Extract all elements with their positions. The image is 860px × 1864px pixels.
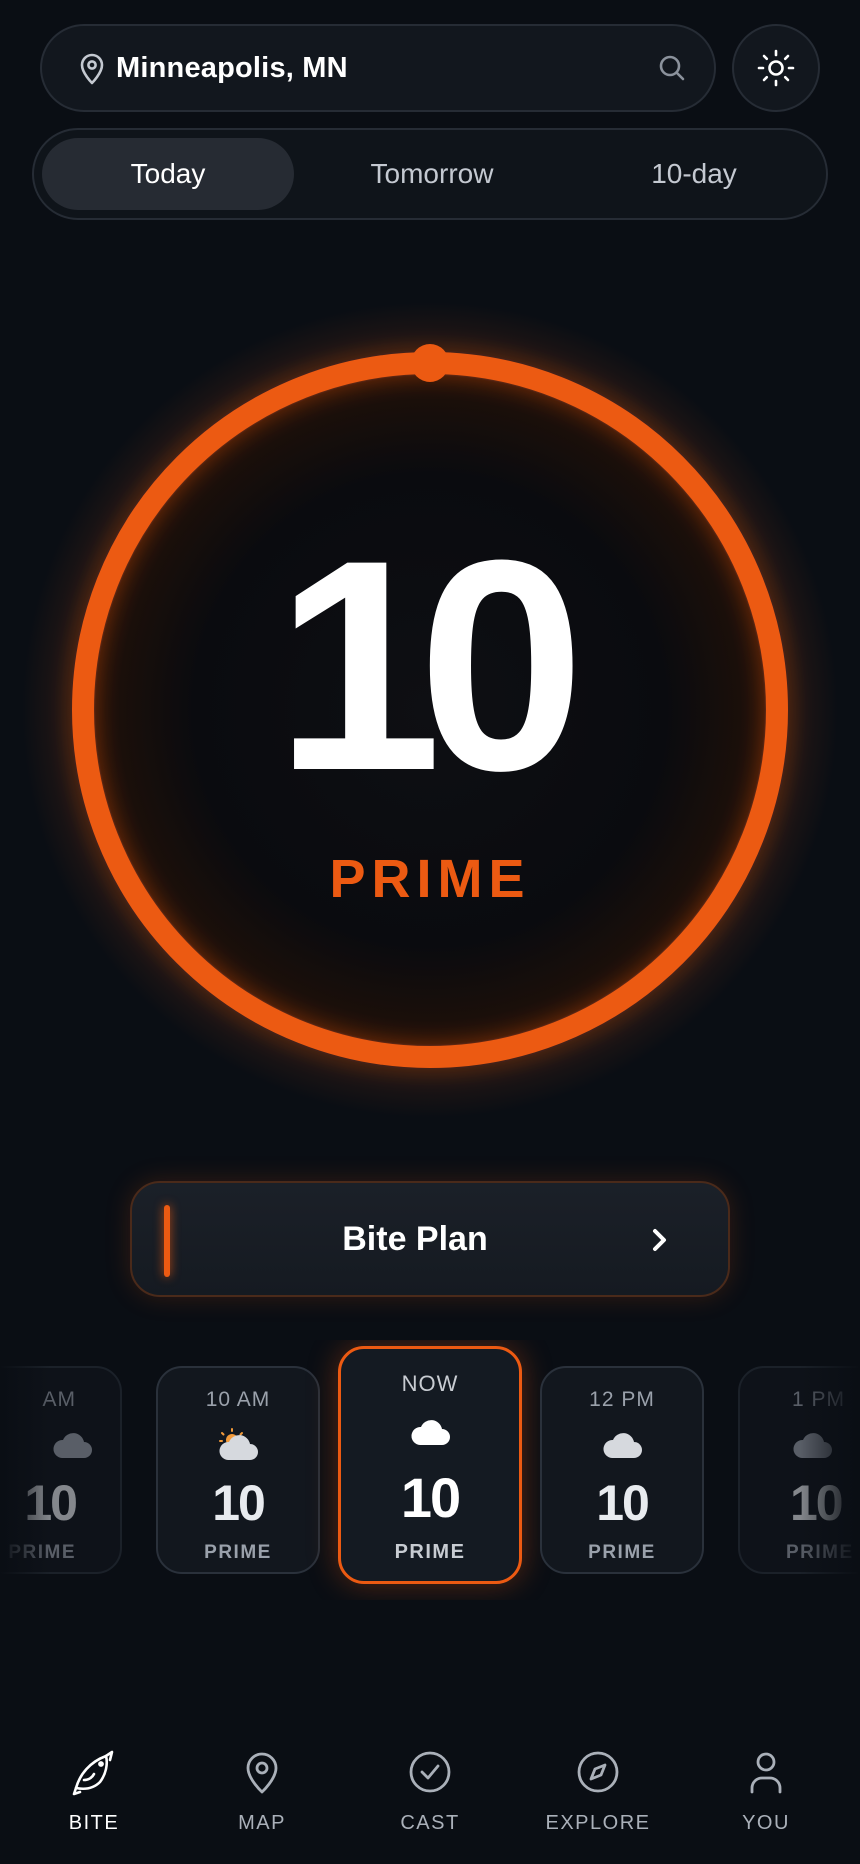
hour-score: 10 (596, 1475, 650, 1531)
nav-label: BITE (68, 1812, 120, 1834)
tab-tomorrow[interactable]: Tomorrow (306, 138, 558, 210)
tab-today[interactable]: Today (42, 138, 294, 210)
hour-card[interactable]: 10 AM 10 PRIME (156, 1366, 320, 1574)
gauge-progress-knob (411, 344, 449, 382)
hour-card-now[interactable]: NOW 10 PRIME (338, 1346, 522, 1584)
location-search-bar[interactable]: Minneapolis, MN (40, 24, 716, 112)
map-pin-icon (80, 53, 104, 85)
app-screen: Minneapolis, MN Today Tomorrow 10-day 10… (0, 0, 860, 1864)
hour-label: PRIME (394, 1541, 466, 1563)
fish-icon (72, 1750, 114, 1796)
location-name: Minneapolis, MN (116, 52, 348, 84)
bite-score-gauge: 10 PRIME (20, 300, 840, 1120)
nav-item-map[interactable]: MAP (182, 1720, 342, 1840)
nav-label: MAP (238, 1812, 286, 1834)
bite-plan-button[interactable]: Bite Plan (130, 1181, 730, 1297)
nav-item-explore[interactable]: EXPLORE (518, 1720, 678, 1840)
nav-label: YOU (742, 1812, 790, 1834)
hour-score: 10 (212, 1475, 266, 1531)
bite-score-value: 10 (275, 497, 585, 833)
check-circle-icon (409, 1751, 451, 1793)
sun-icon (757, 49, 795, 87)
partly-cloudy-icon (219, 1428, 258, 1460)
hour-score: 10 (400, 1466, 461, 1529)
nav-label: CAST (400, 1812, 460, 1834)
nav-item-you[interactable]: YOU (686, 1720, 846, 1840)
nav-label: EXPLORE (545, 1812, 651, 1834)
cloud-icon (53, 1433, 92, 1458)
bite-score-label: PRIME (329, 849, 531, 909)
day-tabs: Today Tomorrow 10-day (32, 128, 828, 220)
strip-fade-right (800, 1340, 860, 1600)
hour-label: PRIME (204, 1542, 272, 1563)
tab-10-day[interactable]: 10-day (568, 138, 820, 210)
nav-item-cast[interactable]: CAST (350, 1720, 510, 1840)
hour-label: PRIME (588, 1542, 656, 1563)
hourly-forecast-strip[interactable]: AM 10 PRIME 10 AM 10 PRIME NOW (0, 1340, 860, 1600)
user-icon (750, 1752, 782, 1794)
hour-time: 10 AM (205, 1388, 271, 1411)
chevron-right-icon (653, 1229, 666, 1251)
cloud-icon (603, 1433, 642, 1458)
compass-icon (577, 1751, 619, 1793)
search-icon[interactable] (652, 48, 692, 88)
hour-time: 12 PM (589, 1388, 655, 1411)
hour-card[interactable]: 12 PM 10 PRIME (540, 1366, 704, 1574)
hour-time: NOW (401, 1371, 459, 1396)
theme-toggle-button[interactable] (732, 24, 820, 112)
cloud-icon (411, 1420, 450, 1445)
strip-fade-left (0, 1340, 50, 1600)
bite-plan-label: Bite Plan (342, 1220, 488, 1258)
bottom-navigation: BITE MAP CAST EXPLORE YOU (0, 1720, 860, 1864)
map-pin-icon (246, 1752, 278, 1794)
nav-item-bite[interactable]: BITE (14, 1720, 174, 1840)
